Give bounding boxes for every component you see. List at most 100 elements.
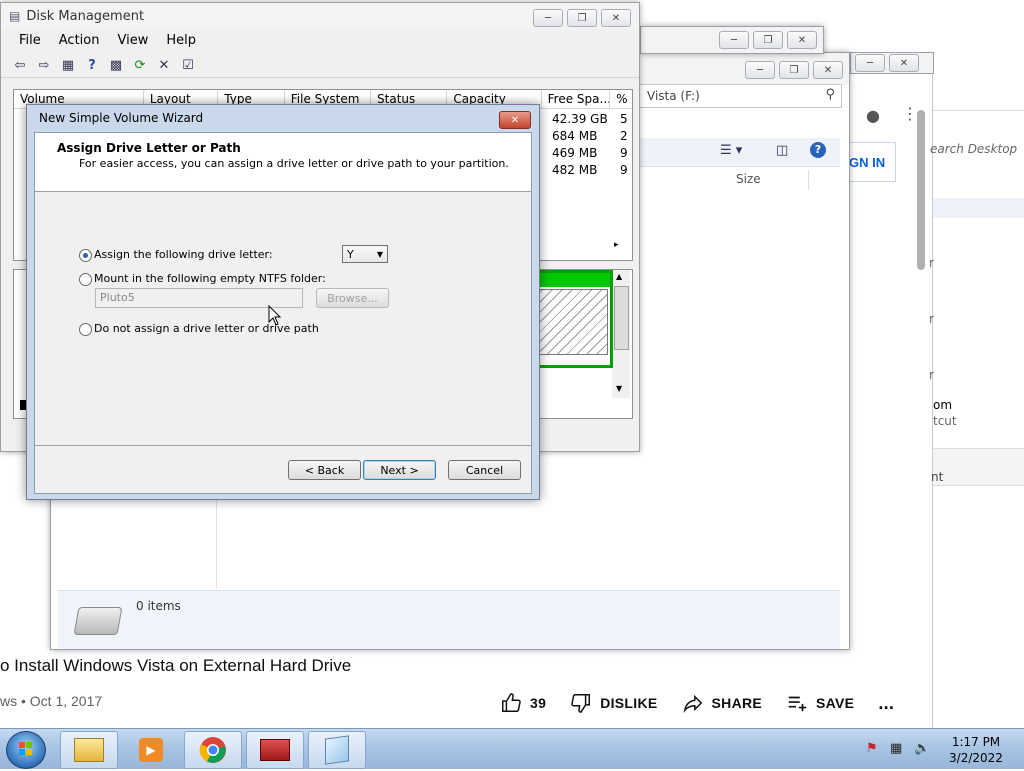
close-icon[interactable]: ✕ [813, 61, 843, 79]
clock-time: 1:17 PM [951, 735, 1001, 749]
minimize-icon[interactable]: ─ [855, 54, 885, 72]
video-meta: ws • Oct 1, 2017 [0, 693, 103, 709]
menu-file[interactable]: File [19, 33, 41, 53]
chevron-down-icon: ▼ [376, 249, 383, 259]
wizard-body: Assign Drive Letter or Path For easier a… [34, 132, 532, 494]
drive-letter-dropdown[interactable]: Y ▼ [342, 245, 388, 263]
toolbar: ⇦ ⇨ ▦ ? ▩ ⟳ ✕ ☑ [1, 53, 639, 78]
folder-icon [74, 738, 104, 762]
browser-scrollbar-thumb[interactable] [917, 110, 925, 270]
start-button[interactable] [6, 731, 46, 769]
sign-in-button[interactable]: GN IN [848, 142, 896, 182]
menu-action[interactable]: Action [59, 33, 100, 53]
scroll-up-icon[interactable]: ▲ [616, 272, 622, 281]
volume-icon[interactable]: 🔈 [914, 741, 930, 756]
properties-icon[interactable]: ▩ [107, 56, 125, 74]
browser-fragment: om [933, 398, 953, 412]
system-clock[interactable]: 1:17 PM 3/2/2022 [948, 734, 1004, 766]
help-book-icon[interactable]: ? [83, 56, 101, 74]
share-button[interactable]: SHARE [682, 692, 763, 714]
wizard-header: Assign Drive Letter or Path For easier a… [35, 133, 531, 192]
forward-arrow-icon[interactable]: ⇨ [35, 56, 53, 74]
close-icon[interactable]: ✕ [889, 54, 919, 72]
vertical-scrollbar[interactable]: ▲ ▼ [612, 270, 630, 398]
label-mount-folder[interactable]: Mount in the following empty NTFS folder… [94, 272, 326, 285]
help-icon[interactable]: ? [810, 142, 826, 158]
taskbar-chrome[interactable] [184, 731, 242, 769]
close-icon[interactable]: ✕ [787, 31, 817, 49]
close-icon[interactable]: ✕ [601, 9, 631, 27]
restore-icon[interactable]: ❐ [753, 31, 783, 49]
taskbar: ▶ ⚑ ▦ 🔈 1:17 PM 3/2/2022 [0, 728, 1024, 769]
like-button[interactable]: 39 [500, 692, 546, 714]
network-icon[interactable]: ▦ [890, 741, 902, 756]
percent-value: 9 [620, 146, 628, 160]
restore-icon[interactable]: ❐ [779, 61, 809, 79]
account-icon[interactable]: ● [866, 106, 880, 125]
radio-assign-letter[interactable] [79, 249, 92, 262]
search-desktop-input[interactable]: earch Desktop [930, 142, 1024, 162]
radio-no-letter[interactable] [79, 323, 92, 336]
next-button[interactable]: Next > [363, 460, 436, 480]
browser-fragment: r [929, 256, 934, 270]
taskbar-setup[interactable] [308, 731, 366, 769]
label-no-letter[interactable]: Do not assign a drive letter or drive pa… [94, 322, 319, 335]
preview-pane-icon[interactable]: ◫ [776, 143, 788, 158]
cancel-button[interactable]: Cancel [448, 460, 521, 480]
views-icon[interactable]: ☰ ▾ [720, 143, 742, 158]
save-button[interactable]: SAVE [786, 692, 854, 714]
close-icon[interactable]: ✕ [499, 111, 531, 129]
scroll-right-icon[interactable]: ▸ [614, 240, 619, 250]
col-percent[interactable]: % [610, 90, 632, 108]
action-center-icon[interactable]: ⚑ [866, 741, 878, 756]
free-space-value: 482 MB [552, 163, 598, 177]
wizard-title-bar: New Simple Volume Wizard [27, 105, 539, 131]
drive-icon [73, 607, 123, 635]
scroll-down-icon[interactable]: ▼ [616, 384, 622, 393]
delete-icon[interactable]: ✕ [155, 56, 173, 74]
drive-letter-value: Y [347, 247, 354, 261]
label-assign-letter[interactable]: Assign the following drive letter: [94, 248, 273, 261]
minimize-icon[interactable]: ─ [719, 31, 749, 49]
menu-view[interactable]: View [117, 33, 148, 53]
wizard-heading: Assign Drive Letter or Path [57, 141, 241, 155]
browse-button[interactable]: Browse... [316, 288, 389, 308]
more-vert-icon[interactable]: ⋮ [902, 104, 918, 123]
chrome-icon [199, 737, 226, 763]
col-free-space[interactable]: Free Spa... [542, 90, 611, 108]
minimize-icon[interactable]: ─ [533, 9, 563, 27]
wizard-separator [35, 445, 531, 446]
free-space-value: 42.39 GB [552, 112, 608, 126]
dislike-button[interactable]: DISLIKE [570, 692, 657, 714]
media-player-icon: ▶ [139, 738, 163, 762]
radio-mount-folder[interactable] [79, 273, 92, 286]
taskbar-disk-management[interactable] [246, 731, 304, 769]
back-button[interactable]: < Back [288, 460, 361, 480]
search-icon[interactable]: ⚲ [825, 87, 835, 102]
toolbox-icon [260, 739, 290, 761]
thumb-down-icon [571, 694, 591, 713]
browser-fragment: tcut [933, 414, 957, 428]
refresh-icon[interactable]: ⟳ [131, 56, 149, 74]
back-arrow-icon[interactable]: ⇦ [11, 56, 29, 74]
document-icon [325, 735, 349, 765]
minimize-icon[interactable]: ─ [745, 61, 775, 79]
address-text: Vista (F:) [647, 89, 700, 103]
column-size[interactable]: Size [736, 172, 761, 186]
show-hide-tree-icon[interactable]: ▦ [59, 56, 77, 74]
more-horiz-icon: ... [878, 692, 895, 713]
new-simple-volume-wizard: New Simple Volume Wizard ✕ Assign Drive … [26, 104, 540, 500]
details-pane: 0 items [58, 590, 840, 649]
address-bar[interactable]: Vista (F:) ⚲ [636, 84, 842, 108]
more-actions-button[interactable]: ... [878, 693, 894, 714]
percent-value: 2 [620, 129, 628, 143]
browser-fragment: r [929, 368, 934, 382]
taskbar-explorer[interactable] [60, 731, 118, 769]
scrollbar-thumb[interactable] [614, 286, 629, 350]
menu-help[interactable]: Help [166, 33, 196, 53]
background-window-caption: ─ ❐ ✕ [640, 26, 824, 54]
thumb-up-icon [502, 693, 521, 712]
check-icon[interactable]: ☑ [179, 56, 197, 74]
restore-icon[interactable]: ❐ [567, 9, 597, 27]
taskbar-media-player[interactable]: ▶ [122, 731, 180, 769]
